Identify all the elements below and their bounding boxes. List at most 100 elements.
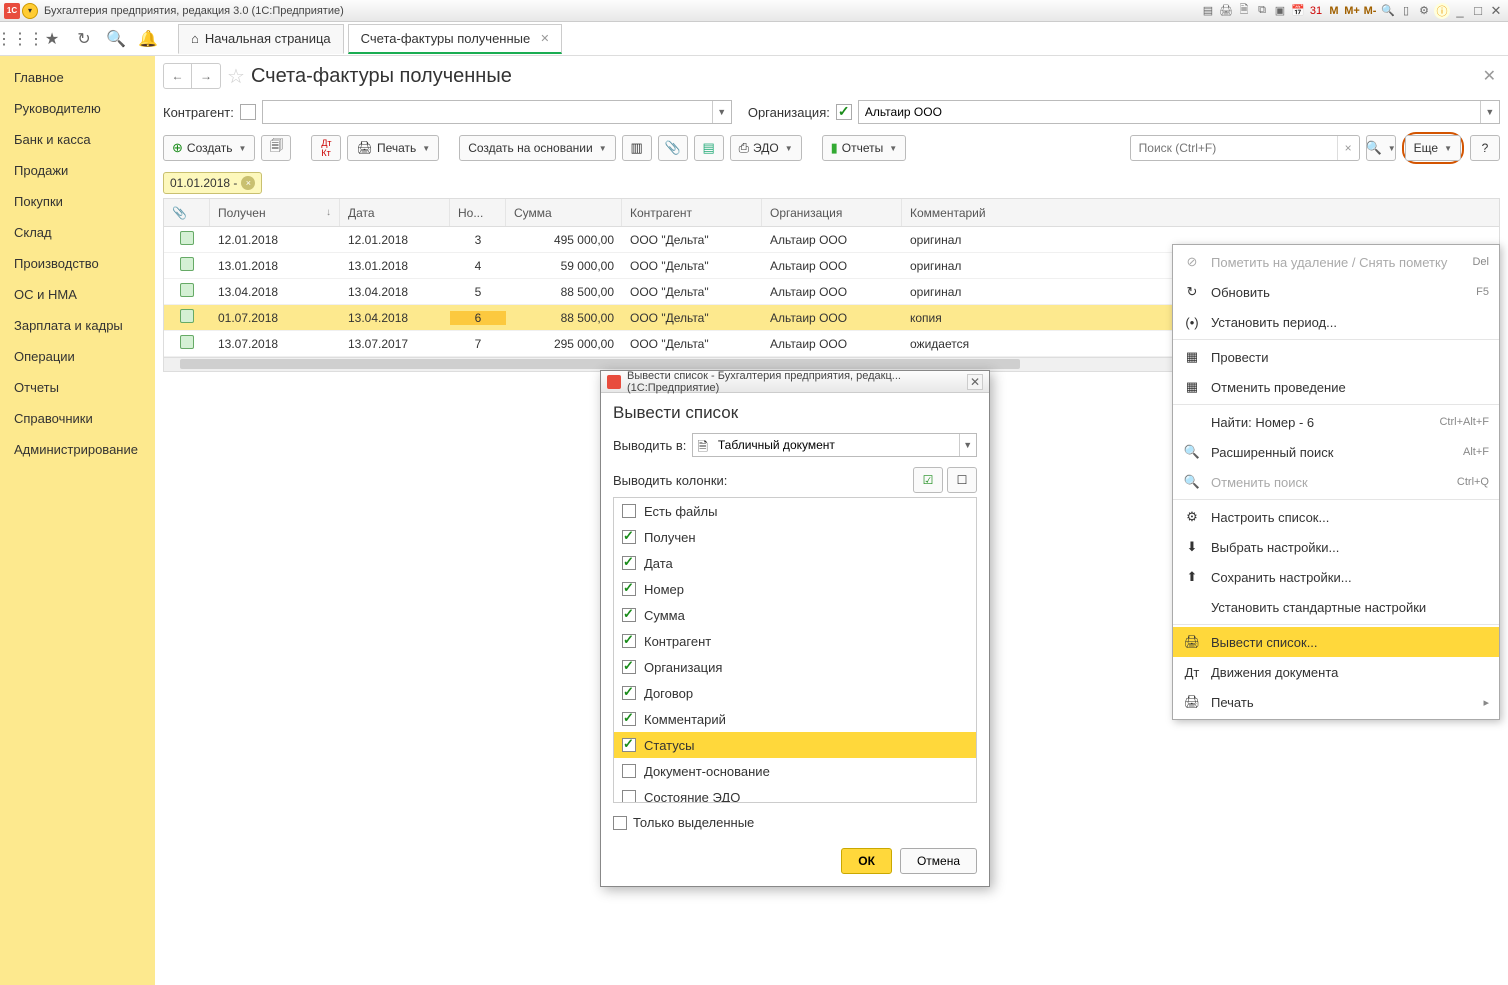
column-item[interactable]: Получен bbox=[614, 524, 976, 550]
menu-item[interactable]: ДтДвижения документа bbox=[1173, 657, 1499, 687]
output-combo[interactable]: 🗎 ▼ bbox=[692, 433, 977, 457]
column-checkbox[interactable] bbox=[622, 712, 636, 726]
m-plus-icon[interactable]: M+ bbox=[1344, 3, 1360, 19]
date-icon[interactable]: 31 bbox=[1308, 3, 1324, 19]
check-all-button[interactable]: ☑ bbox=[913, 467, 943, 493]
nav-item[interactable]: Продажи bbox=[0, 155, 155, 186]
nav-item[interactable]: Руководителю bbox=[0, 93, 155, 124]
zoom-icon[interactable]: 🔍 bbox=[1380, 3, 1396, 19]
compare-icon[interactable]: ⧉ bbox=[1254, 3, 1270, 19]
column-checkbox[interactable] bbox=[622, 660, 636, 674]
column-checkbox[interactable] bbox=[622, 504, 636, 518]
column-item[interactable]: Есть файлы bbox=[614, 498, 976, 524]
search-icon[interactable]: 🔍 bbox=[102, 25, 130, 53]
col-attachment[interactable]: 📎 bbox=[164, 199, 210, 226]
chip-clear-icon[interactable]: × bbox=[241, 176, 255, 190]
nav-item[interactable]: Банк и касса bbox=[0, 124, 155, 155]
col-number[interactable]: Но... bbox=[450, 199, 506, 226]
nav-item[interactable]: Администрирование bbox=[0, 434, 155, 465]
only-selected-checkbox[interactable] bbox=[613, 816, 627, 830]
date-filter-chip[interactable]: 01.01.2018 - × bbox=[163, 172, 262, 194]
find-button[interactable]: 🗐 bbox=[261, 135, 291, 161]
col-date[interactable]: Дата bbox=[340, 199, 450, 226]
print-icon[interactable]: 🖨 bbox=[1218, 3, 1234, 19]
favorite-star-icon[interactable]: ☆ bbox=[227, 64, 245, 89]
menu-item[interactable]: ↻ОбновитьF5 bbox=[1173, 277, 1499, 307]
menu-item[interactable]: ⊘Пометить на удаление / Снять пометкуDel bbox=[1173, 247, 1499, 277]
tab-invoices[interactable]: Счета-фактуры полученные ✕ bbox=[348, 24, 563, 54]
print-preview-icon[interactable]: ▤ bbox=[1200, 3, 1216, 19]
column-item[interactable]: Состояние ЭДО bbox=[614, 784, 976, 803]
m-minus-icon[interactable]: M- bbox=[1362, 3, 1378, 19]
column-item[interactable]: Номер bbox=[614, 576, 976, 602]
column-item[interactable]: Договор bbox=[614, 680, 976, 706]
menu-item[interactable]: ▦Провести bbox=[1173, 342, 1499, 372]
dialog-titlebar[interactable]: Вывести список - Бухгалтерия предприятия… bbox=[601, 371, 989, 393]
search-input[interactable] bbox=[1131, 136, 1337, 160]
nav-item[interactable]: Отчеты bbox=[0, 372, 155, 403]
menu-item[interactable]: ⬆Сохранить настройки... bbox=[1173, 562, 1499, 592]
nav-item[interactable]: Склад bbox=[0, 217, 155, 248]
menu-item[interactable]: 🔍Отменить поискCtrl+Q bbox=[1173, 467, 1499, 497]
document-icon[interactable]: 🗎 bbox=[1236, 3, 1252, 19]
app-menu-dropdown[interactable]: ▾ bbox=[22, 3, 38, 19]
menu-item[interactable]: 🔍Расширенный поискAlt+F bbox=[1173, 437, 1499, 467]
counterparty-checkbox[interactable] bbox=[240, 104, 256, 120]
calendar-icon[interactable]: 📅 bbox=[1290, 3, 1306, 19]
settings-icon[interactable]: ⚙ bbox=[1416, 3, 1432, 19]
uncheck-all-button[interactable]: ☐ bbox=[947, 467, 977, 493]
chevron-down-icon[interactable]: ▼ bbox=[1480, 101, 1499, 123]
menu-item[interactable]: 🖨Вывести список... bbox=[1173, 627, 1499, 657]
nav-forward-icon[interactable]: → bbox=[192, 64, 220, 88]
menu-item[interactable]: Найти: Номер - 6Ctrl+Alt+F bbox=[1173, 407, 1499, 437]
column-checkbox[interactable] bbox=[622, 608, 636, 622]
chevron-down-icon[interactable]: ▼ bbox=[712, 101, 731, 123]
register-button[interactable]: ▥ bbox=[622, 135, 652, 161]
col-received[interactable]: Получен↓ bbox=[210, 199, 340, 226]
menu-item[interactable]: ⬇Выбрать настройки... bbox=[1173, 532, 1499, 562]
create-based-button[interactable]: Создать на основании ▼ bbox=[459, 135, 615, 161]
search-box[interactable]: × bbox=[1130, 135, 1360, 161]
close-icon[interactable]: ✕ bbox=[1488, 3, 1504, 19]
column-checkbox[interactable] bbox=[622, 556, 636, 570]
column-checkbox[interactable] bbox=[622, 530, 636, 544]
column-checkbox[interactable] bbox=[622, 764, 636, 778]
dialog-close-icon[interactable]: ✕ bbox=[967, 374, 983, 390]
search-menu-button[interactable]: 🔍▼ bbox=[1366, 135, 1396, 161]
nav-item[interactable]: Зарплата и кадры bbox=[0, 310, 155, 341]
create-button[interactable]: ⊕ Создать ▼ bbox=[163, 135, 255, 161]
column-checkbox[interactable] bbox=[622, 790, 636, 803]
column-item[interactable]: Дата bbox=[614, 550, 976, 576]
more-button[interactable]: Еще ▼ bbox=[1405, 135, 1461, 161]
nav-item[interactable]: ОС и НМА bbox=[0, 279, 155, 310]
col-counterparty[interactable]: Контрагент bbox=[622, 199, 762, 226]
col-sum[interactable]: Сумма bbox=[506, 199, 622, 226]
column-item[interactable]: Организация bbox=[614, 654, 976, 680]
column-checkbox[interactable] bbox=[622, 634, 636, 648]
column-checkbox[interactable] bbox=[622, 738, 636, 752]
menu-item[interactable]: Установить стандартные настройки bbox=[1173, 592, 1499, 622]
nav-item[interactable]: Главное bbox=[0, 62, 155, 93]
nav-back-icon[interactable]: ← bbox=[164, 64, 192, 88]
panel-icon[interactable]: ▯ bbox=[1398, 3, 1414, 19]
org-combo[interactable]: ▼ bbox=[858, 100, 1500, 124]
menu-item[interactable]: (•)Установить период... bbox=[1173, 307, 1499, 337]
column-item[interactable]: Контрагент bbox=[614, 628, 976, 654]
attach-button[interactable]: 📎 bbox=[658, 135, 688, 161]
org-input[interactable] bbox=[859, 101, 1480, 123]
edo-button[interactable]: ⎙ ЭДО ▼ bbox=[730, 135, 802, 161]
nav-item[interactable]: Производство bbox=[0, 248, 155, 279]
calc-icon[interactable]: ▣ bbox=[1272, 3, 1288, 19]
tab-home[interactable]: ⌂ Начальная страница bbox=[178, 24, 344, 54]
maximize-icon[interactable]: □ bbox=[1470, 3, 1486, 19]
column-item[interactable]: Комментарий bbox=[614, 706, 976, 732]
column-checkbox[interactable] bbox=[622, 686, 636, 700]
minimize-icon[interactable]: _ bbox=[1452, 3, 1468, 19]
output-input[interactable] bbox=[712, 434, 959, 456]
ok-button[interactable]: ОК bbox=[841, 848, 892, 874]
help-button[interactable]: ? bbox=[1470, 135, 1500, 161]
col-comment[interactable]: Комментарий bbox=[902, 199, 1002, 226]
list-button[interactable]: ▤ bbox=[694, 135, 724, 161]
nav-item[interactable]: Операции bbox=[0, 341, 155, 372]
counterparty-input[interactable] bbox=[263, 101, 712, 123]
